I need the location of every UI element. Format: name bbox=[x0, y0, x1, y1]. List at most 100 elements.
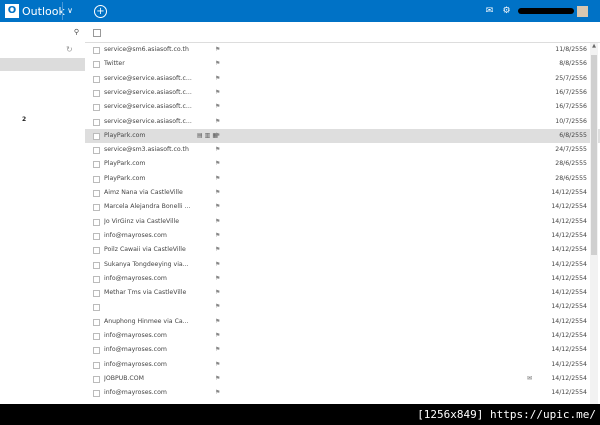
table-row[interactable]: service@service.asiasoft.c... ⚑ 25/7/2556 bbox=[85, 72, 600, 86]
app-switcher-chevron-icon[interactable]: ∨ bbox=[62, 2, 77, 20]
outlook-logo[interactable]: O Outlook bbox=[5, 3, 65, 19]
new-message-button[interactable]: + bbox=[94, 3, 111, 19]
table-row[interactable]: info@mayroses.com ⚑ 14/12/2554 bbox=[85, 329, 600, 343]
folder-item-sent[interactable] bbox=[0, 99, 85, 112]
flag-icon[interactable]: ⚑ bbox=[215, 372, 220, 386]
message-list-scrollbar[interactable]: ▲ bbox=[590, 43, 598, 404]
table-row[interactable]: JOBPUB.COM ⚑ ✉ 14/12/2554 bbox=[85, 372, 600, 386]
table-row[interactable]: PlayPark.com ⚑ 28/6/2555 bbox=[85, 172, 600, 186]
row-checkbox[interactable] bbox=[93, 218, 100, 226]
avatar[interactable] bbox=[577, 5, 588, 17]
folder-item-drafts[interactable] bbox=[0, 85, 85, 98]
flag-icon[interactable]: ⚑ bbox=[215, 100, 220, 114]
row-checkbox[interactable] bbox=[93, 190, 100, 197]
row-checkbox[interactable] bbox=[93, 175, 100, 183]
flag-icon[interactable]: ⚑ bbox=[215, 329, 220, 343]
row-checkbox[interactable] bbox=[93, 89, 100, 97]
flag-icon[interactable]: ⚑ bbox=[215, 315, 220, 329]
row-checkbox[interactable] bbox=[93, 61, 100, 69]
search-input[interactable] bbox=[5, 36, 69, 47]
select-all-checkbox[interactable] bbox=[93, 29, 101, 37]
row-checkbox[interactable] bbox=[93, 232, 100, 240]
flag-icon[interactable]: ⚑ bbox=[215, 243, 220, 257]
table-row[interactable]: info@mayroses.com ⚑ 14/12/2554 bbox=[85, 229, 600, 243]
row-checkbox[interactable] bbox=[93, 132, 100, 140]
flag-icon[interactable]: ⚑ bbox=[215, 57, 220, 71]
table-row[interactable]: info@mayroses.com ⚑ 14/12/2554 bbox=[85, 358, 600, 372]
row-checkbox[interactable] bbox=[93, 333, 100, 340]
table-row[interactable]: ⚑ 14/12/2554 bbox=[85, 300, 600, 314]
table-row[interactable]: PlayPark.com ▤ ▥ ▦ ⚑ 6/8/2555 bbox=[85, 128, 600, 143]
row-checkbox[interactable] bbox=[93, 275, 100, 283]
flag-icon[interactable]: ⚑ bbox=[215, 258, 220, 272]
flag-icon[interactable]: ⚑ bbox=[215, 186, 220, 200]
row-checkbox[interactable] bbox=[93, 347, 100, 355]
row-checkbox[interactable] bbox=[93, 375, 100, 383]
flag-icon[interactable]: ⚑ bbox=[215, 200, 220, 214]
table-row[interactable]: info@mayroses.com ⚑ 14/12/2554 bbox=[85, 343, 600, 357]
row-checkbox[interactable] bbox=[93, 161, 100, 169]
table-row[interactable]: Aimz Nana via CastleVille ⚑ 14/12/2554 bbox=[85, 186, 600, 200]
table-row[interactable]: Sukanya Tongdeeying via... ⚑ 14/12/2554 bbox=[85, 258, 600, 272]
refresh-icon[interactable]: ↻ bbox=[66, 45, 73, 54]
mark-read-icon[interactable]: ▤ bbox=[197, 132, 203, 139]
flag-icon[interactable]: ⚑ bbox=[215, 358, 220, 372]
flag-icon[interactable]: ⚑ bbox=[215, 286, 220, 300]
flag-icon[interactable]: ⚑ bbox=[215, 343, 220, 357]
flag-icon[interactable]: ⚑ bbox=[215, 172, 220, 186]
row-checkbox[interactable] bbox=[93, 361, 100, 369]
table-row[interactable]: service@service.asiasoft.c... ⚑ 10/7/2556 bbox=[85, 115, 600, 129]
scroll-up-arrow-icon[interactable]: ▲ bbox=[590, 43, 598, 50]
flag-icon[interactable]: ⚑ bbox=[215, 115, 220, 129]
flag-icon[interactable]: ⚑ bbox=[215, 43, 220, 57]
delete-icon[interactable]: ▥ bbox=[205, 132, 211, 139]
search-icon[interactable]: ⚲ bbox=[74, 28, 79, 36]
table-row[interactable]: info@mayroses.com ⚑ 14/12/2554 bbox=[85, 401, 600, 405]
flag-icon[interactable]: ⚑ bbox=[215, 86, 220, 100]
gear-icon[interactable]: ⚙ bbox=[501, 6, 512, 17]
table-row[interactable]: Methar Tms via CastleVille ⚑ 14/12/2554 bbox=[85, 286, 600, 300]
row-checkbox[interactable] bbox=[93, 390, 100, 398]
table-row[interactable]: service@sm6.asiasoft.co.th ⚑ 11/8/2556 bbox=[85, 43, 600, 57]
messaging-icon[interactable]: ✉ bbox=[484, 6, 495, 17]
folder-item-deleted[interactable]: 2 bbox=[0, 113, 85, 126]
folder-item-junk[interactable] bbox=[0, 71, 85, 84]
row-checkbox[interactable] bbox=[93, 247, 100, 255]
row-checkbox[interactable] bbox=[93, 147, 100, 155]
table-row[interactable]: Twitter ⚑ 8/8/2556 bbox=[85, 57, 600, 71]
table-row[interactable]: Anuphong Hinmee via Ca... ⚑ 14/12/2554 bbox=[85, 315, 600, 329]
flag-icon[interactable]: ⚑ bbox=[215, 272, 220, 286]
row-checkbox[interactable] bbox=[93, 290, 100, 298]
flag-icon[interactable]: ⚑ bbox=[215, 143, 220, 157]
row-checkbox[interactable] bbox=[93, 204, 100, 212]
table-row[interactable]: Marcela Alejandra Bonelli ... ⚑ 14/12/2554 bbox=[85, 200, 600, 214]
flag-icon[interactable]: ⚑ bbox=[215, 72, 220, 86]
row-checkbox[interactable] bbox=[93, 47, 100, 54]
row-checkbox[interactable] bbox=[93, 104, 100, 112]
flag-icon[interactable]: ⚑ bbox=[215, 215, 220, 229]
row-checkbox[interactable] bbox=[93, 318, 100, 326]
table-row[interactable]: Poilz Cawaii via CastleVille ⚑ 14/12/2554 bbox=[85, 243, 600, 257]
flag-icon[interactable]: ⚑ bbox=[215, 401, 220, 405]
table-row[interactable]: service@sm3.asiasoft.co.th ⚑ 24/7/2555 bbox=[85, 143, 600, 157]
message-date: 11/8/2556 bbox=[555, 46, 587, 53]
user-name[interactable] bbox=[518, 8, 574, 14]
table-row[interactable]: info@mayroses.com ⚑ 14/12/2554 bbox=[85, 272, 600, 286]
table-row[interactable]: info@mayroses.com ⚑ 14/12/2554 bbox=[85, 386, 600, 400]
table-row[interactable]: service@service.asiasoft.c... ⚑ 16/7/2556 bbox=[85, 100, 600, 114]
row-checkbox[interactable] bbox=[93, 75, 100, 83]
row-checkbox[interactable] bbox=[93, 118, 100, 126]
table-row[interactable]: PlayPark.com ⚑ 28/6/2555 bbox=[85, 157, 600, 171]
table-row[interactable]: Jo VirGinz via CastleVille ⚑ 14/12/2554 bbox=[85, 215, 600, 229]
flag-icon[interactable]: ⚑ bbox=[215, 157, 220, 171]
table-row[interactable]: service@service.asiasoft.c... ⚑ 16/7/2556 bbox=[85, 86, 600, 100]
flag-icon[interactable]: ⚑ bbox=[215, 129, 220, 143]
folder-item-inbox[interactable] bbox=[0, 58, 85, 71]
flag-icon[interactable]: ⚑ bbox=[215, 300, 220, 314]
scroll-thumb[interactable] bbox=[591, 55, 597, 255]
flag-icon[interactable]: ⚑ bbox=[215, 386, 220, 400]
row-checkbox[interactable] bbox=[93, 304, 100, 312]
flag-icon[interactable]: ⚑ bbox=[215, 229, 220, 243]
attachment-icon: ✉ bbox=[527, 374, 533, 382]
row-checkbox[interactable] bbox=[93, 261, 100, 269]
